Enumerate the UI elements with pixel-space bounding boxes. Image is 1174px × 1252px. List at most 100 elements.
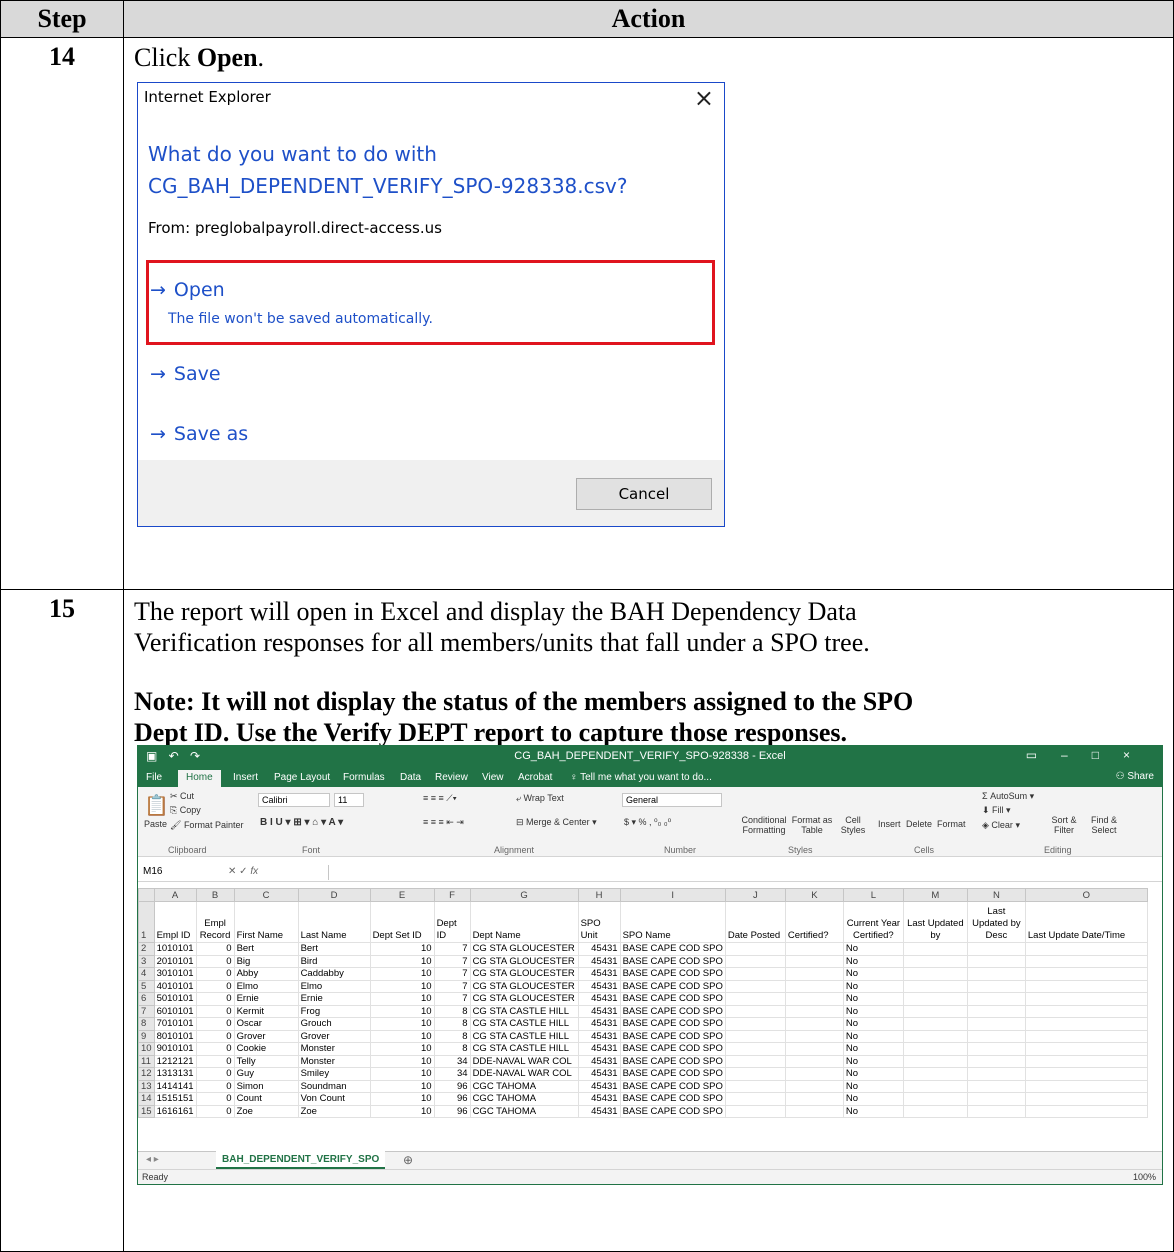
data-cell[interactable]: 4010101 bbox=[153, 979, 197, 993]
data-cell[interactable] bbox=[724, 954, 786, 968]
data-cell[interactable]: 10 bbox=[369, 1104, 435, 1118]
data-cell[interactable]: 10 bbox=[369, 1004, 435, 1018]
data-cell[interactable]: 45431 bbox=[577, 1054, 621, 1068]
data-cell[interactable]: 10 bbox=[369, 1042, 435, 1056]
data-cell[interactable]: Abby bbox=[233, 967, 299, 981]
column-header[interactable]: E bbox=[369, 888, 435, 902]
column-header[interactable]: O bbox=[1024, 888, 1148, 902]
column-header[interactable]: L bbox=[842, 888, 904, 902]
data-cell[interactable]: 1212121 bbox=[153, 1054, 197, 1068]
data-cell[interactable] bbox=[1024, 954, 1148, 968]
share-button[interactable]: ⚇ Share bbox=[1116, 771, 1154, 782]
data-cell[interactable]: BASE CAPE COD SPO bbox=[619, 942, 726, 956]
data-cell[interactable]: CG STA CASTLE HILL bbox=[469, 1042, 579, 1056]
data-cell[interactable]: Bird bbox=[297, 954, 371, 968]
data-cell[interactable]: BASE CAPE COD SPO bbox=[619, 1067, 726, 1081]
data-cell[interactable]: 1010101 bbox=[153, 942, 197, 956]
cancel-button[interactable]: Cancel bbox=[576, 478, 712, 510]
data-cell[interactable]: 10 bbox=[369, 992, 435, 1006]
save-as-option[interactable]: → Save as bbox=[150, 423, 248, 445]
data-cell[interactable]: Grover bbox=[297, 1029, 371, 1043]
data-cell[interactable]: CGC TAHOMA bbox=[469, 1079, 579, 1093]
data-cell[interactable]: Bert bbox=[297, 942, 371, 956]
tell-me-box[interactable]: ♀ Tell me what you want to do... bbox=[570, 770, 712, 787]
column-header[interactable]: B bbox=[195, 888, 235, 902]
data-cell[interactable] bbox=[784, 942, 844, 956]
data-cell[interactable] bbox=[966, 1029, 1026, 1043]
data-cell[interactable]: 10 bbox=[369, 1029, 435, 1043]
data-cell[interactable] bbox=[966, 1054, 1026, 1068]
header-cell[interactable]: Current Year Certified? bbox=[842, 901, 904, 943]
data-cell[interactable] bbox=[724, 1017, 786, 1031]
data-cell[interactable]: 0 bbox=[195, 1017, 235, 1031]
find-select-button[interactable]: Find & Select bbox=[1084, 815, 1124, 835]
data-cell[interactable]: 7010101 bbox=[153, 1017, 197, 1031]
header-cell[interactable]: Date Posted bbox=[724, 901, 786, 943]
data-cell[interactable]: Grouch bbox=[297, 1017, 371, 1031]
data-cell[interactable]: CG STA GLOUCESTER bbox=[469, 942, 579, 956]
format-painter-button[interactable]: 🖌 Format Painter bbox=[170, 820, 243, 831]
data-cell[interactable]: Frog bbox=[297, 1004, 371, 1018]
data-cell[interactable] bbox=[1024, 1054, 1148, 1068]
data-cell[interactable]: 45431 bbox=[577, 992, 621, 1006]
column-header[interactable]: N bbox=[966, 888, 1026, 902]
data-cell[interactable] bbox=[784, 1079, 844, 1093]
data-cell[interactable]: No bbox=[842, 1104, 904, 1118]
data-cell[interactable]: No bbox=[842, 1079, 904, 1093]
data-cell[interactable] bbox=[966, 1104, 1026, 1118]
row-number[interactable]: 14 bbox=[138, 1092, 155, 1106]
data-cell[interactable] bbox=[966, 1092, 1026, 1106]
merge-center-button[interactable]: ⊟ Merge & Center ▾ bbox=[516, 817, 597, 828]
tab-formulas[interactable]: Formulas bbox=[343, 770, 385, 787]
data-cell[interactable]: Monster bbox=[297, 1042, 371, 1056]
data-cell[interactable]: No bbox=[842, 1092, 904, 1106]
data-cell[interactable] bbox=[1024, 967, 1148, 981]
data-cell[interactable]: 9010101 bbox=[153, 1042, 197, 1056]
row-number[interactable]: 3 bbox=[138, 954, 155, 968]
data-cell[interactable]: 10 bbox=[369, 942, 435, 956]
header-cell[interactable]: Dept ID bbox=[433, 901, 471, 943]
data-cell[interactable]: 45431 bbox=[577, 1104, 621, 1118]
data-cell[interactable] bbox=[724, 992, 786, 1006]
tab-review[interactable]: Review bbox=[435, 770, 468, 787]
align-horizontal-icons[interactable]: ≡ ≡ ≡ ⇤ ⇥ bbox=[423, 817, 464, 828]
data-cell[interactable] bbox=[902, 954, 968, 968]
data-cell[interactable]: 0 bbox=[195, 942, 235, 956]
data-cell[interactable] bbox=[902, 1029, 968, 1043]
data-cell[interactable]: Count bbox=[233, 1092, 299, 1106]
data-cell[interactable] bbox=[902, 1042, 968, 1056]
header-cell[interactable]: First Name bbox=[233, 901, 299, 943]
data-cell[interactable]: 2010101 bbox=[153, 954, 197, 968]
formula-input[interactable] bbox=[328, 865, 1154, 880]
data-cell[interactable] bbox=[966, 967, 1026, 981]
header-cell[interactable]: Last Updated by bbox=[902, 901, 968, 943]
data-cell[interactable]: 0 bbox=[195, 1079, 235, 1093]
data-cell[interactable] bbox=[966, 1042, 1026, 1056]
tab-page-layout[interactable]: Page Layout bbox=[274, 770, 330, 787]
data-cell[interactable]: 0 bbox=[195, 967, 235, 981]
data-cell[interactable] bbox=[724, 942, 786, 956]
data-cell[interactable]: 8 bbox=[433, 1017, 471, 1031]
data-cell[interactable] bbox=[784, 1104, 844, 1118]
paste-button[interactable]: Paste bbox=[144, 819, 167, 829]
data-cell[interactable] bbox=[784, 1042, 844, 1056]
data-cell[interactable]: 7 bbox=[433, 942, 471, 956]
clear-button[interactable]: ◈ Clear ▾ bbox=[982, 820, 1020, 831]
data-cell[interactable]: BASE CAPE COD SPO bbox=[619, 1104, 726, 1118]
column-header[interactable]: F bbox=[433, 888, 471, 902]
row-number[interactable]: 5 bbox=[138, 979, 155, 993]
data-cell[interactable] bbox=[784, 1092, 844, 1106]
data-cell[interactable]: 45431 bbox=[577, 1092, 621, 1106]
data-cell[interactable] bbox=[902, 1004, 968, 1018]
data-cell[interactable]: BASE CAPE COD SPO bbox=[619, 1029, 726, 1043]
data-cell[interactable]: Smiley bbox=[297, 1067, 371, 1081]
data-cell[interactable]: 96 bbox=[433, 1092, 471, 1106]
row-number[interactable]: 8 bbox=[138, 1017, 155, 1031]
data-cell[interactable]: CG STA GLOUCESTER bbox=[469, 979, 579, 993]
data-cell[interactable]: No bbox=[842, 954, 904, 968]
column-header[interactable]: A bbox=[153, 888, 197, 902]
data-cell[interactable]: 0 bbox=[195, 1042, 235, 1056]
data-cell[interactable] bbox=[1024, 979, 1148, 993]
data-cell[interactable]: 45431 bbox=[577, 942, 621, 956]
data-cell[interactable]: 10 bbox=[369, 1079, 435, 1093]
